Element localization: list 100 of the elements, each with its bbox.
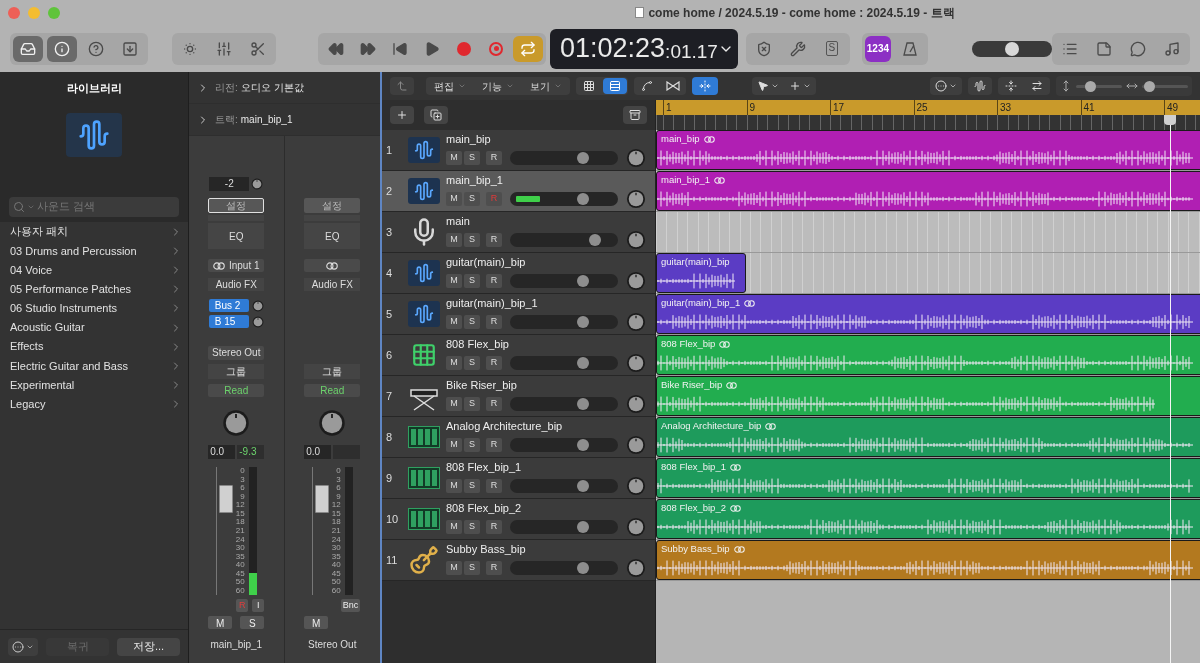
track-header[interactable]: 8 Analog Architecture_bip M S R	[382, 417, 655, 458]
fader-track[interactable]	[311, 467, 328, 595]
track-button[interactable]: M	[446, 274, 462, 288]
track-header[interactable]: 2 main_bip_1 M S R	[382, 171, 655, 212]
more-options-button[interactable]	[8, 637, 38, 656]
cycle-bar[interactable]: 1 9 17 25 33 41 49	[656, 100, 1200, 115]
fader-track[interactable]	[215, 467, 232, 595]
track-button[interactable]: R	[486, 561, 502, 575]
track-header[interactable]: 9 808 Flex_bip_1 M S R	[382, 458, 655, 499]
track-button[interactable]: R	[486, 356, 502, 370]
setting-button[interactable]: 설정	[304, 198, 361, 213]
volume-slider[interactable]	[510, 397, 618, 411]
audio-fx-slot[interactable]: Audio FX	[208, 278, 265, 291]
track-button[interactable]: R	[486, 315, 502, 329]
slider-thumb[interactable]	[1004, 41, 1019, 56]
volume-slider[interactable]	[510, 438, 618, 452]
count-in-button[interactable]: 1234	[864, 35, 891, 62]
input-slot[interactable]	[304, 259, 361, 272]
playhead-handle[interactable]	[1163, 115, 1176, 125]
view-toggle[interactable]	[603, 78, 627, 94]
slider-thumb[interactable]	[577, 398, 590, 410]
send-slot[interactable]: Bus 2	[208, 299, 249, 312]
channel-button[interactable]: I	[252, 599, 265, 612]
track-header[interactable]: 3 main M S R	[382, 212, 655, 253]
slider-thumb[interactable]	[577, 316, 590, 328]
track-button[interactable]: M	[446, 233, 462, 247]
duplicate-track-button[interactable]	[424, 106, 448, 124]
volume-slider[interactable]	[510, 356, 618, 370]
track-button[interactable]: R	[486, 520, 502, 534]
audio-region[interactable]: 808 Flex_bip_2	[656, 499, 1200, 539]
automation-mode[interactable]: Read	[208, 384, 265, 397]
volume-slider[interactable]	[510, 315, 618, 329]
slider-thumb[interactable]	[577, 275, 590, 287]
track-button[interactable]: R	[486, 274, 502, 288]
track-button[interactable]: S	[464, 274, 480, 288]
group-slot[interactable]: 그룹	[304, 364, 361, 379]
track-button[interactable]: R	[486, 479, 502, 493]
track-button[interactable]: M	[446, 151, 462, 165]
library-item[interactable]: Effects	[0, 337, 188, 357]
add-track-button[interactable]	[390, 106, 414, 124]
menu-button[interactable]: 편집	[426, 77, 474, 95]
library-item[interactable]: Acoustic Guitar	[0, 317, 188, 338]
mute-solo-button[interactable]: M	[208, 616, 233, 629]
track-button[interactable]: S	[464, 315, 480, 329]
library-item[interactable]: 06 Studio Instruments	[0, 298, 188, 318]
slider-thumb[interactable]	[577, 521, 590, 533]
track-header[interactable]: 4 guitar(main)_bip M S R	[382, 253, 655, 294]
track-button[interactable]: S	[464, 438, 480, 452]
time-display[interactable]: 01:02:23:01.17	[550, 28, 738, 69]
track-button[interactable]: S	[464, 233, 480, 247]
track-header[interactable]: 6 808 Flex_bip M S R	[382, 335, 655, 376]
track-button[interactable]: S	[464, 479, 480, 493]
track-button[interactable]: R	[486, 151, 502, 165]
setting-button[interactable]: 설정	[208, 198, 265, 213]
track-button[interactable]: S	[464, 397, 480, 411]
snap-button[interactable]	[692, 77, 718, 95]
mute-solo-button[interactable]: M	[304, 616, 329, 629]
volume-slider[interactable]	[510, 479, 618, 493]
library-item[interactable]: Legacy	[0, 394, 188, 414]
slider-thumb[interactable]	[589, 234, 602, 246]
audio-fx-slot[interactable]: Audio FX	[304, 278, 361, 291]
slider-thumb[interactable]	[577, 152, 590, 164]
library-item[interactable]: Electric Guitar and Bass	[0, 356, 188, 376]
audio-region[interactable]: guitar(main)_bip	[656, 253, 746, 293]
volume-slider[interactable]	[510, 151, 618, 165]
group-slot[interactable]: 그룹	[208, 364, 265, 379]
channel-button[interactable]: Bnc	[340, 599, 361, 612]
gain-field[interactable]: -2	[209, 177, 250, 191]
slider-thumb[interactable]	[577, 562, 590, 574]
track-button[interactable]: M	[446, 520, 462, 534]
audio-region[interactable]: guitar(main)_bip_1	[656, 294, 1200, 334]
volume-slider[interactable]	[510, 274, 618, 288]
input-slot[interactable]: Input 1	[208, 259, 265, 272]
library-item[interactable]: 03 Drums and Percussion	[0, 241, 188, 261]
slider-thumb[interactable]	[577, 439, 590, 451]
eq-slot[interactable]: EQ	[208, 223, 265, 249]
automation-mode[interactable]: Read	[304, 384, 361, 397]
volume-slider[interactable]	[510, 520, 618, 534]
library-footer-button[interactable]: 저장...	[117, 637, 180, 656]
audio-region[interactable]: main_bip_1	[656, 171, 1200, 211]
volume-slider[interactable]	[510, 233, 618, 247]
track-button[interactable]: M	[446, 397, 462, 411]
menu-button[interactable]: 기능	[474, 77, 522, 95]
slider-thumb[interactable]	[1084, 80, 1096, 92]
library-item[interactable]: 05 Performance Patches	[0, 279, 188, 299]
track-button[interactable]: R	[486, 397, 502, 411]
track-button[interactable]: S	[464, 356, 480, 370]
track-button[interactable]: M	[446, 561, 462, 575]
more-button[interactable]	[930, 77, 962, 95]
volume-slider[interactable]	[510, 561, 618, 575]
library-item[interactable]: 04 Voice	[0, 260, 188, 280]
track-header[interactable]: 11 Subby Bass_bip M S R	[382, 540, 655, 581]
track-button[interactable]: M	[446, 192, 462, 206]
slider-thumb[interactable]	[577, 480, 590, 492]
audio-region[interactable]: Subby Bass_bip	[656, 540, 1200, 580]
output-slot[interactable]: Stereo Out	[208, 346, 265, 360]
track-button[interactable]: M	[446, 315, 462, 329]
track-button[interactable]: S	[464, 192, 480, 206]
library-button[interactable]	[13, 35, 43, 62]
audio-region[interactable]: main_bip	[656, 130, 1200, 170]
